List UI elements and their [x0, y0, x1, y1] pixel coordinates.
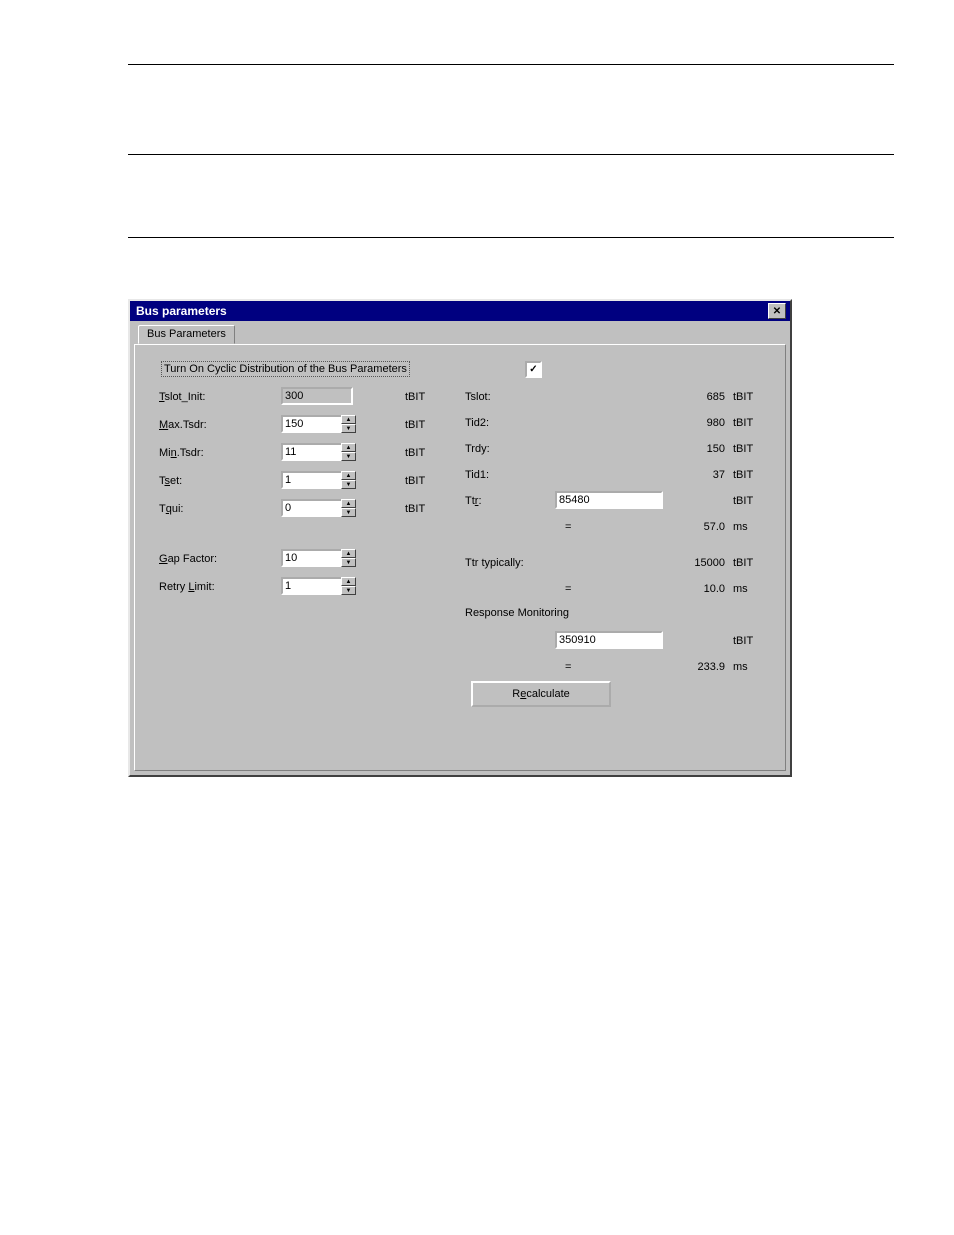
equals-sign: =: [565, 583, 571, 595]
label-tset: Tset:: [159, 475, 182, 487]
row-ttr: Ttr: tBIT: [465, 489, 765, 515]
label-response-monitoring: Response Monitoring: [465, 607, 569, 619]
chevron-down-icon[interactable]: ▼: [341, 480, 356, 489]
unit-ms: ms: [733, 583, 765, 595]
unit-tbit: tBIT: [733, 557, 765, 569]
spinner-gap-factor[interactable]: ▲▼: [341, 549, 356, 567]
unit-tbit: tBIT: [733, 443, 765, 455]
input-tslot-init: [281, 387, 353, 405]
window-title: Bus parameters: [134, 304, 227, 318]
spinner-max-tsdr[interactable]: ▲▼: [341, 415, 356, 433]
row-min-tsdr: Min.Tsdr: ▲▼ tBIT: [159, 441, 459, 469]
label-tid1: Tid1:: [465, 469, 489, 481]
label-tid2: Tid2:: [465, 417, 489, 429]
unit-tbit: tBIT: [405, 391, 425, 403]
unit-tbit: tBIT: [405, 475, 425, 487]
right-column: Tslot: 685 tBIT Tid2: 980 tBIT Trdy: 150…: [465, 363, 765, 711]
equals-sign: =: [565, 521, 571, 533]
input-tqui[interactable]: [281, 499, 343, 517]
chevron-up-icon[interactable]: ▲: [341, 415, 356, 424]
unit-tbit: tBIT: [733, 417, 765, 429]
tab-bus-parameters[interactable]: Bus Parameters: [138, 325, 235, 344]
chevron-up-icon[interactable]: ▲: [341, 499, 356, 508]
input-gap-factor[interactable]: [281, 549, 343, 567]
row-tset: Tset: ▲▼ tBIT: [159, 469, 459, 497]
label-tslot-init: Tslot_Init:: [159, 391, 205, 403]
row-gap-factor: Gap Factor: ▲▼: [159, 547, 459, 575]
chevron-down-icon[interactable]: ▼: [341, 452, 356, 461]
chevron-down-icon[interactable]: ▼: [341, 586, 356, 595]
label-max-tsdr: Max.Tsdr:: [159, 419, 207, 431]
value-ttr-ms: 57.0: [645, 521, 725, 533]
row-recalculate: Recalculate: [465, 681, 765, 711]
unit-tbit: tBIT: [733, 469, 765, 481]
label-tslot: Tslot:: [465, 391, 491, 403]
row-response-monitoring: Response Monitoring: [465, 603, 765, 629]
spinner-tset[interactable]: ▲▼: [341, 471, 356, 489]
left-column: Tslot_Init: tBIT Max.Tsdr: ▲▼ tBIT Min.T…: [159, 363, 459, 603]
close-icon[interactable]: ✕: [768, 303, 786, 319]
value-tid2: 980: [645, 417, 725, 429]
row-tid2: Tid2: 980 tBIT: [465, 411, 765, 437]
value-ttr-typ-ms: 10.0: [645, 583, 725, 595]
input-max-tsdr[interactable]: [281, 415, 343, 433]
chevron-up-icon[interactable]: ▲: [341, 549, 356, 558]
label-ttr: Ttr:: [465, 495, 482, 507]
input-retry-limit[interactable]: [281, 577, 343, 595]
bus-parameters-dialog: Bus parameters ✕ Bus Parameters Turn On …: [128, 299, 792, 777]
value-tid1: 37: [645, 469, 725, 481]
row-max-tsdr: Max.Tsdr: ▲▼ tBIT: [159, 413, 459, 441]
row-resp-mon-ms: = 233.9 ms: [465, 655, 765, 681]
input-tset[interactable]: [281, 471, 343, 489]
unit-tbit: tBIT: [405, 419, 425, 431]
tabstrip: Bus Parameters: [134, 325, 786, 345]
tab-page: Turn On Cyclic Distribution of the Bus P…: [134, 344, 786, 771]
chevron-up-icon[interactable]: ▲: [341, 471, 356, 480]
row-ttr-typ: Ttr typically: 15000 tBIT: [465, 551, 765, 577]
unit-tbit: tBIT: [405, 447, 425, 459]
spinner-min-tsdr[interactable]: ▲▼: [341, 443, 356, 461]
unit-ms: ms: [733, 661, 765, 673]
value-resp-mon-ms: 233.9: [645, 661, 725, 673]
input-ttr[interactable]: [555, 491, 663, 509]
label-tqui: Tqui:: [159, 503, 183, 515]
unit-tbit: tBIT: [405, 503, 425, 515]
unit-tbit: tBIT: [733, 495, 765, 507]
label-min-tsdr: Min.Tsdr:: [159, 447, 204, 459]
row-trdy: Trdy: 150 tBIT: [465, 437, 765, 463]
input-resp-mon[interactable]: [555, 631, 663, 649]
row-retry-limit: Retry Limit: ▲▼: [159, 575, 459, 603]
unit-ms: ms: [733, 521, 765, 533]
chevron-down-icon[interactable]: ▼: [341, 508, 356, 517]
chevron-down-icon[interactable]: ▼: [341, 558, 356, 567]
unit-tbit: tBIT: [733, 391, 765, 403]
row-tslot-out: Tslot: 685 tBIT: [465, 385, 765, 411]
label-trdy: Trdy:: [465, 443, 490, 455]
row-ttr-ms: = 57.0 ms: [465, 515, 765, 541]
spinner-tqui[interactable]: ▲▼: [341, 499, 356, 517]
row-tid1: Tid1: 37 tBIT: [465, 463, 765, 489]
value-tslot: 685: [645, 391, 725, 403]
label-retry-limit: Retry Limit:: [159, 581, 215, 593]
unit-tbit: tBIT: [733, 635, 765, 647]
chevron-up-icon[interactable]: ▲: [341, 443, 356, 452]
row-ttr-typ-ms: = 10.0 ms: [465, 577, 765, 603]
label-ttr-typ: Ttr typically:: [465, 557, 524, 569]
value-ttr-typ: 15000: [645, 557, 725, 569]
chevron-up-icon[interactable]: ▲: [341, 577, 356, 586]
label-gap-factor: Gap Factor:: [159, 553, 217, 565]
value-trdy: 150: [645, 443, 725, 455]
spinner-retry-limit[interactable]: ▲▼: [341, 577, 356, 595]
row-resp-mon-val: tBIT: [465, 629, 765, 655]
chevron-down-icon[interactable]: ▼: [341, 424, 356, 433]
recalculate-button[interactable]: Recalculate: [471, 681, 611, 707]
row-tqui: Tqui: ▲▼ tBIT: [159, 497, 459, 525]
titlebar: Bus parameters ✕: [130, 301, 790, 321]
input-min-tsdr[interactable]: [281, 443, 343, 461]
equals-sign: =: [565, 661, 571, 673]
row-tslot-init: Tslot_Init: tBIT: [159, 385, 459, 413]
